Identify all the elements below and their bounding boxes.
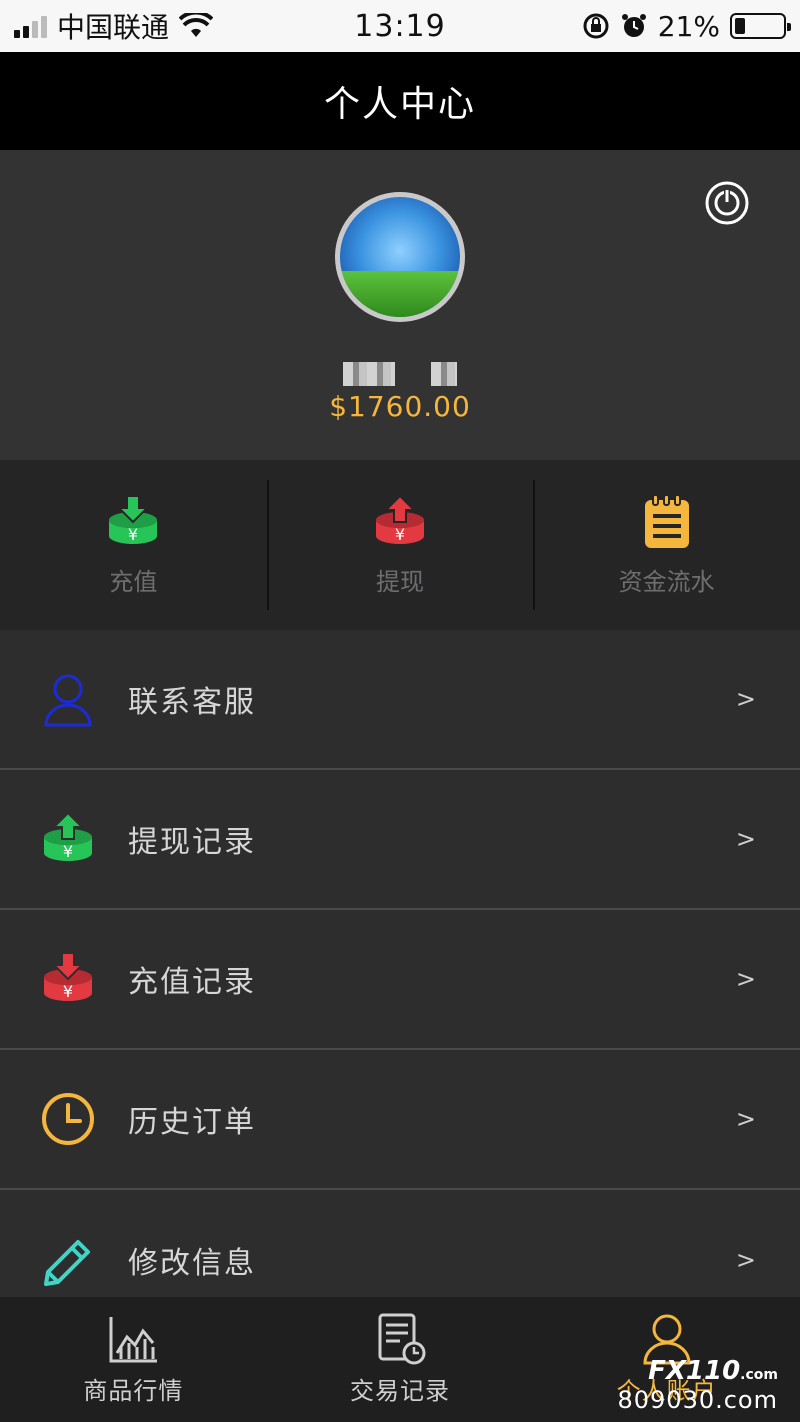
svg-text:¥: ¥ bbox=[63, 982, 73, 1001]
tab-trade-records[interactable]: 交易记录 bbox=[267, 1297, 534, 1422]
tab-label: 交易记录 bbox=[350, 1377, 450, 1405]
deposit-button[interactable]: ¥ 充值 bbox=[0, 460, 267, 630]
menu-item-deposit-records[interactable]: ¥ 充值记录 > bbox=[0, 910, 800, 1050]
clock-icon bbox=[42, 1093, 94, 1145]
status-bar: 中国联通 13:19 21% bbox=[0, 0, 800, 52]
status-left: 中国联通 bbox=[14, 6, 214, 46]
menu-item-label: 充值记录 bbox=[128, 965, 256, 1000]
user-icon bbox=[44, 674, 92, 727]
deposit-label: 充值 bbox=[109, 567, 158, 596]
avatar[interactable] bbox=[335, 192, 465, 322]
menu-item-customer-service[interactable]: 联系客服 > bbox=[0, 630, 800, 770]
tab-market[interactable]: 商品行情 bbox=[0, 1297, 267, 1422]
chevron-right-icon: > bbox=[735, 685, 756, 713]
status-right: 21% bbox=[582, 9, 791, 43]
deposit-icon: ¥ bbox=[109, 494, 158, 544]
pencil-icon bbox=[44, 1240, 90, 1286]
tab-label: 商品行情 bbox=[83, 1377, 184, 1405]
profile-section: $1760.00 bbox=[0, 150, 800, 460]
battery-percent: 21% bbox=[657, 9, 720, 43]
chevron-right-icon: > bbox=[735, 825, 756, 853]
signal-icon bbox=[14, 14, 47, 38]
withdraw-icon: ¥ bbox=[44, 811, 92, 861]
alarm-icon bbox=[621, 14, 646, 37]
battery-icon bbox=[730, 13, 791, 39]
document-clock-icon bbox=[378, 1313, 426, 1365]
notepad-icon bbox=[644, 493, 689, 548]
carrier-label: 中国联通 bbox=[57, 11, 170, 44]
svg-text:¥: ¥ bbox=[395, 525, 405, 544]
menu-item-label: 修改信息 bbox=[128, 1246, 256, 1281]
withdraw-label: 提现 bbox=[376, 567, 424, 596]
menu-item-label: 提现记录 bbox=[128, 825, 256, 860]
chevron-right-icon: > bbox=[735, 1105, 756, 1133]
fund-flow-button[interactable]: 资金流水 bbox=[533, 460, 800, 630]
power-icon[interactable] bbox=[704, 180, 750, 226]
wifi-icon bbox=[179, 13, 214, 37]
withdraw-icon: ¥ bbox=[376, 494, 424, 544]
menu-item-label: 历史订单 bbox=[128, 1105, 256, 1140]
chevron-right-icon: > bbox=[735, 1246, 756, 1274]
menu-item-withdraw-records[interactable]: ¥ 提现记录 > bbox=[0, 770, 800, 910]
fund-flow-label: 资金流水 bbox=[618, 567, 715, 596]
username-blurred bbox=[0, 362, 800, 388]
chevron-right-icon: > bbox=[735, 965, 756, 993]
deposit-icon: ¥ bbox=[44, 952, 92, 1001]
menu-list: 联系客服 > ¥ 提现记录 > ¥ 充值记录 > 历史订单 > 修改信息 > bbox=[0, 630, 800, 1330]
page-title: 个人中心 bbox=[0, 52, 800, 150]
watermark: FX110.com 809030.com bbox=[617, 1356, 778, 1414]
menu-item-order-history[interactable]: 历史订单 > bbox=[0, 1050, 800, 1190]
account-balance: $1760.00 bbox=[329, 390, 471, 423]
chart-icon bbox=[109, 1317, 158, 1363]
watermark-domain: 809030.com bbox=[617, 1386, 778, 1414]
menu-item-label: 联系客服 bbox=[128, 685, 256, 720]
watermark-logo: FX110.com bbox=[648, 1356, 778, 1386]
quick-actions: ¥ 充值 ¥ 提现 资金流水 bbox=[0, 460, 800, 630]
svg-text:¥: ¥ bbox=[128, 525, 138, 544]
svg-text:¥: ¥ bbox=[63, 842, 73, 861]
rotation-lock-icon bbox=[583, 13, 609, 39]
withdraw-button[interactable]: ¥ 提现 bbox=[266, 460, 534, 630]
